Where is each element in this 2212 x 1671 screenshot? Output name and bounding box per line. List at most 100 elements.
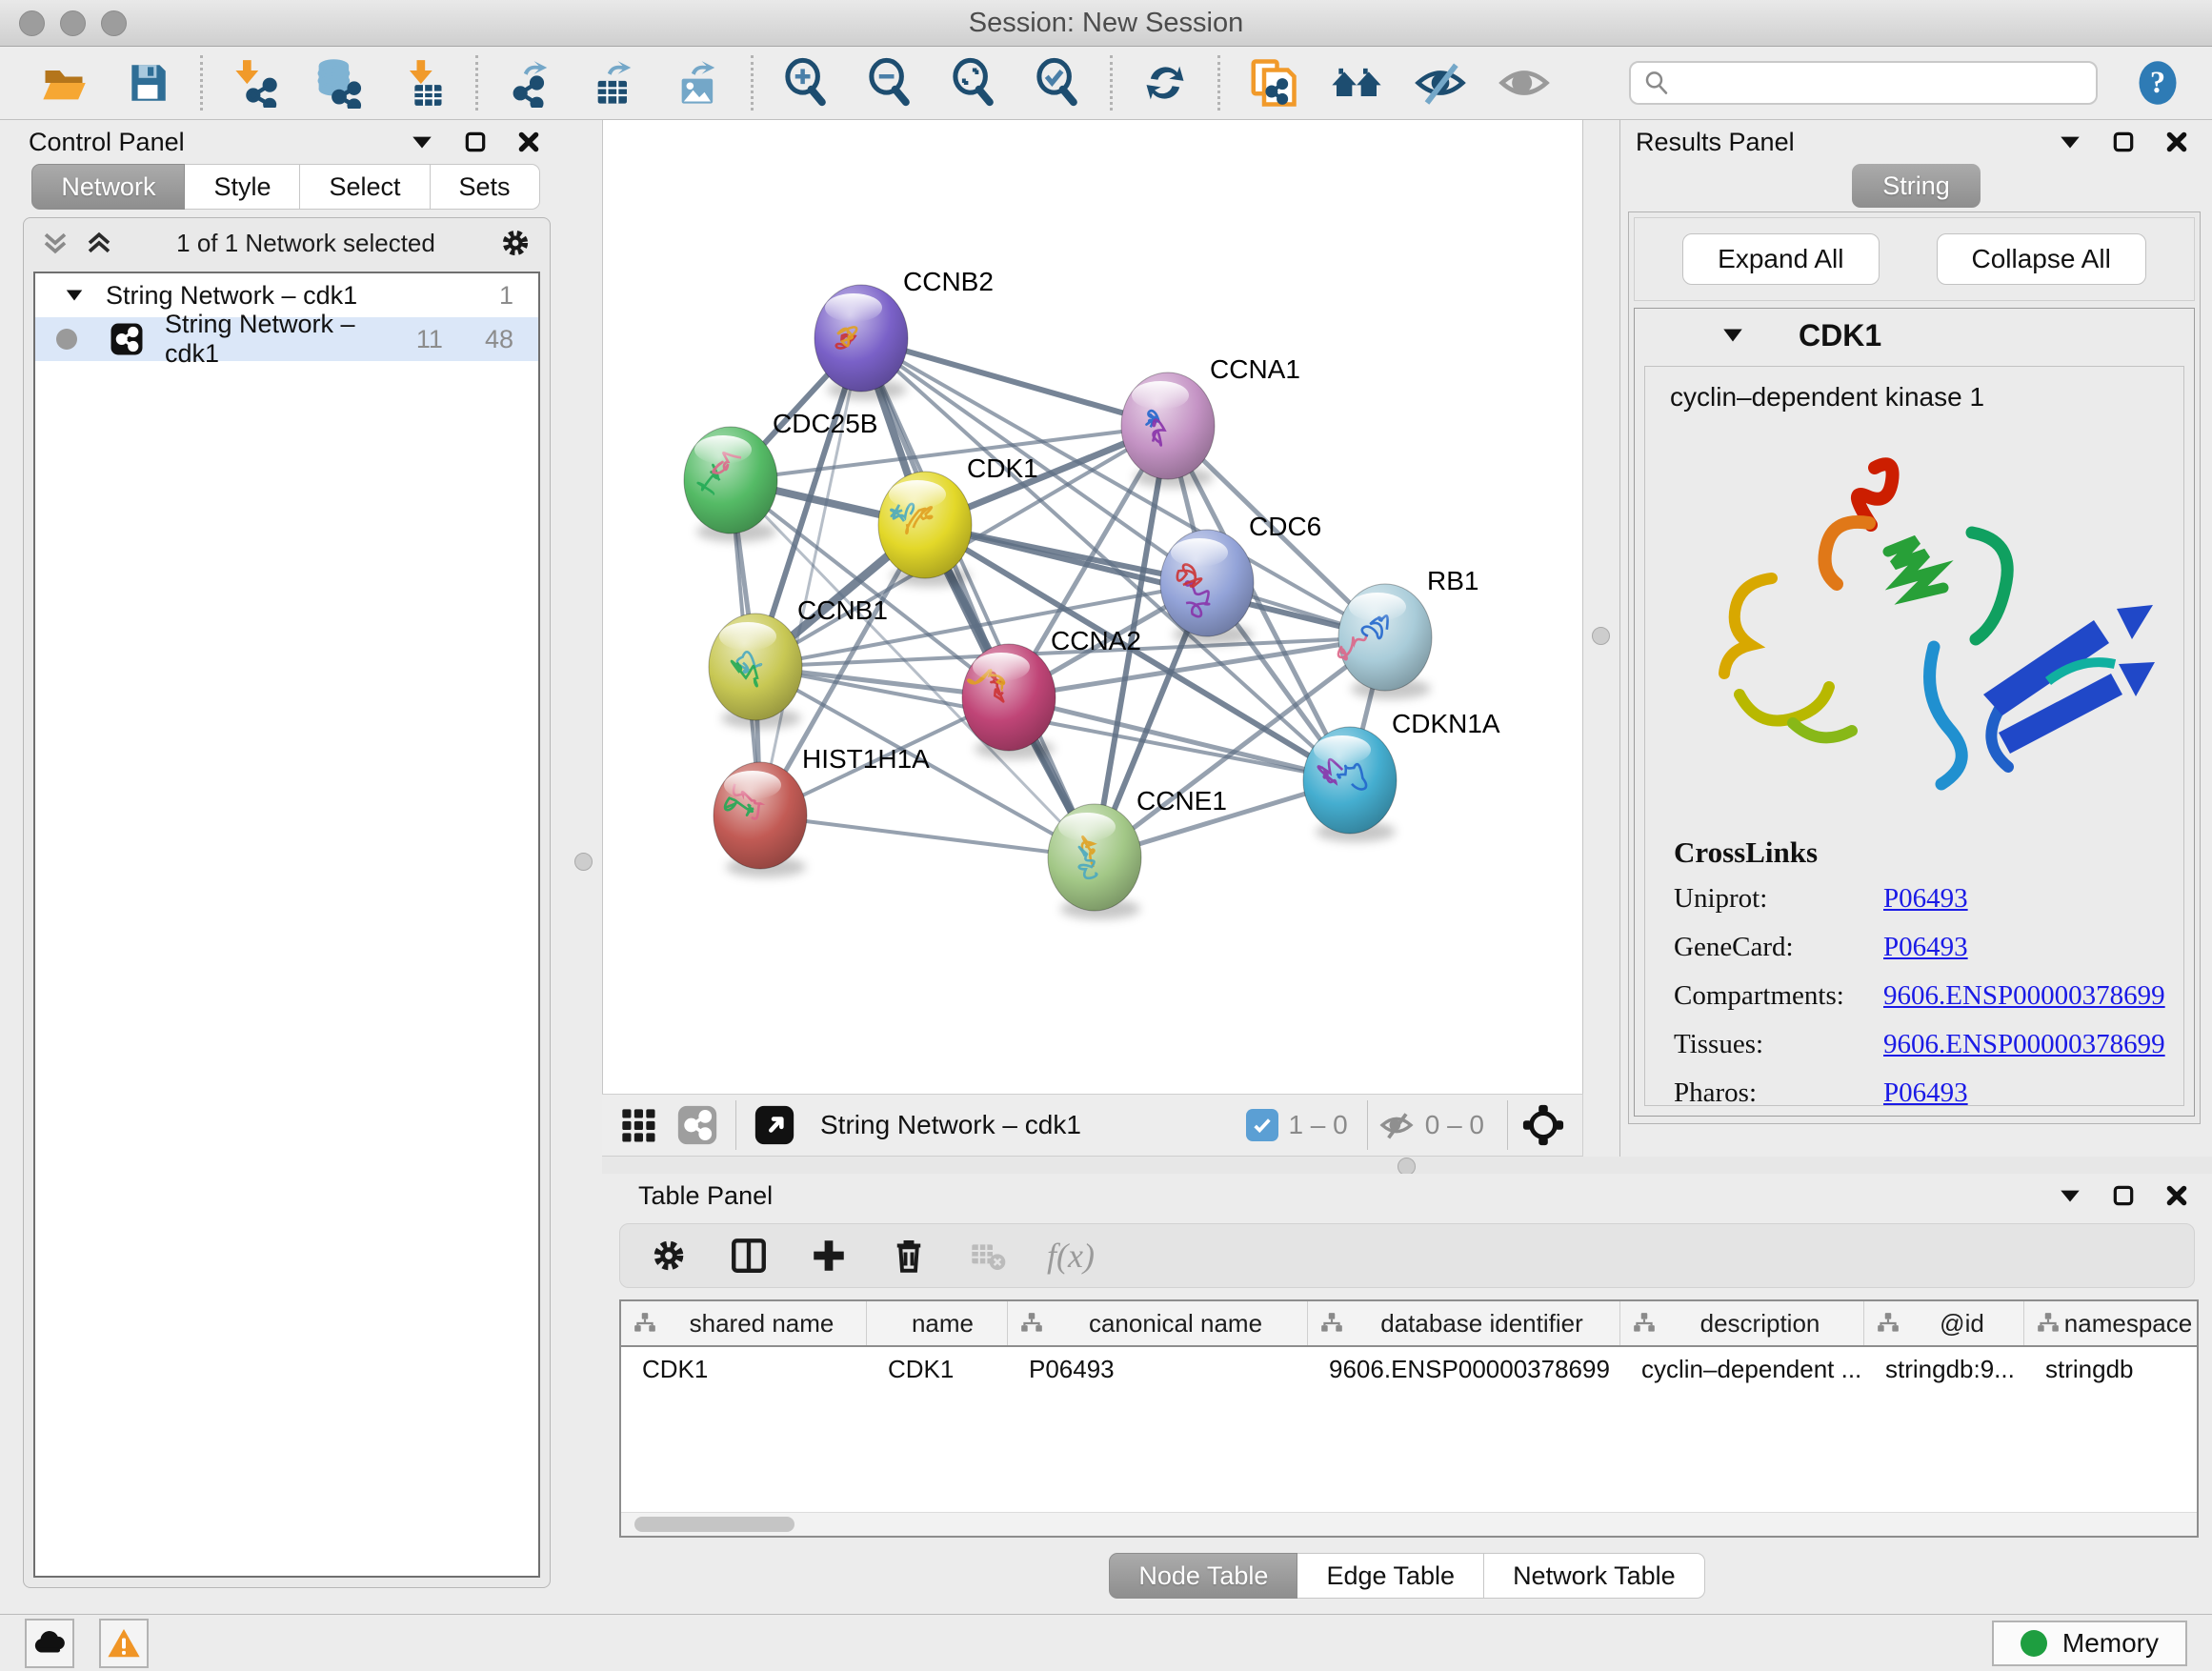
- eye-slash-icon: [1414, 56, 1467, 110]
- float-panel-icon[interactable]: [410, 130, 434, 154]
- table-horizontal-scrollbar[interactable]: [621, 1512, 2197, 1536]
- import-network-icon: [231, 58, 280, 108]
- maximize-panel-icon[interactable]: [2111, 130, 2136, 154]
- search-field[interactable]: [1629, 61, 2098, 105]
- crosslink-link[interactable]: 9606.ENSP00000378699: [1883, 1029, 2165, 1060]
- crosslink-row: GeneCard:P06493: [1674, 932, 2183, 963]
- apply-layout-button[interactable]: [1137, 55, 1193, 111]
- network-node-CCNE1[interactable]: CCNE1: [1048, 786, 1227, 919]
- column-header-namespace[interactable]: namespace: [2024, 1301, 2196, 1345]
- zoom-out-button[interactable]: [862, 55, 917, 111]
- grid-view-icon[interactable]: [619, 1106, 657, 1144]
- crosslink-link[interactable]: P06493: [1883, 883, 1968, 915]
- duplicate-network-button[interactable]: [1245, 55, 1300, 111]
- network-view-mode-icon[interactable]: [676, 1104, 718, 1146]
- collection-expander-icon[interactable]: [64, 285, 85, 306]
- network-node-CDKN1A[interactable]: CDKN1A: [1303, 709, 1500, 842]
- tab-node-table[interactable]: Node Table: [1109, 1553, 1297, 1599]
- help-button[interactable]: ?: [2130, 55, 2185, 111]
- export-network-button[interactable]: [503, 55, 558, 111]
- show-all-button[interactable]: [1497, 55, 1552, 111]
- search-input[interactable]: [1680, 68, 2084, 99]
- warnings-button[interactable]: [99, 1619, 149, 1668]
- add-column-icon[interactable]: [809, 1236, 849, 1276]
- column-header-canonical-name[interactable]: canonical name: [1008, 1301, 1308, 1345]
- save-session-button[interactable]: [120, 55, 175, 111]
- tab-edge-table[interactable]: Edge Table: [1297, 1553, 1484, 1599]
- network-node-CCNB2[interactable]: CCNB2: [814, 267, 994, 400]
- network-node-HIST1H1A[interactable]: HIST1H1A: [714, 744, 930, 877]
- maximize-panel-icon[interactable]: [463, 130, 488, 154]
- zoom-window-button[interactable]: [101, 10, 127, 36]
- node-label-CCNB2: CCNB2: [903, 267, 994, 296]
- expand-all-icon[interactable]: [85, 229, 113, 257]
- tab-select[interactable]: Select: [300, 164, 430, 210]
- export-table-button[interactable]: [587, 55, 642, 111]
- crosslink-link[interactable]: P06493: [1883, 1077, 1968, 1106]
- column-header-shared-name[interactable]: shared name: [621, 1301, 867, 1345]
- delete-table-icon: [969, 1237, 1007, 1275]
- column-header-label: canonical name: [1044, 1309, 1307, 1339]
- left-splitter-handle[interactable]: [574, 853, 593, 871]
- import-table-file-button[interactable]: [395, 55, 451, 111]
- node-table[interactable]: shared namename canonical namedatabase id…: [619, 1299, 2199, 1538]
- tab-network-table[interactable]: Network Table: [1484, 1553, 1705, 1599]
- network-row[interactable]: String Network – cdk1 11 48: [35, 317, 538, 361]
- close-panel-icon[interactable]: [2164, 130, 2189, 154]
- open-session-button[interactable]: [36, 55, 91, 111]
- maximize-panel-icon[interactable]: [2111, 1183, 2136, 1208]
- export-image-button[interactable]: [671, 55, 726, 111]
- home-button[interactable]: [1329, 55, 1384, 111]
- import-network-file-button[interactable]: [228, 55, 283, 111]
- crosslink-link[interactable]: 9606.ENSP00000378699: [1883, 980, 2165, 1012]
- hide-selected-button[interactable]: [1413, 55, 1468, 111]
- selected-nodes-checkbox[interactable]: [1246, 1109, 1278, 1141]
- minimize-window-button[interactable]: [60, 10, 86, 36]
- birds-eye-view-icon[interactable]: [754, 1104, 795, 1146]
- network-view-canvas[interactable]: CCNB2CCNA1CDC25BCDK1CDC6RB1CCNB1CCNA2CDK…: [602, 120, 1583, 1094]
- network-node-CDK1[interactable]: CDK1: [878, 453, 1038, 587]
- node-label-CDC25B: CDC25B: [773, 409, 877, 438]
- close-window-button[interactable]: [19, 10, 45, 36]
- float-panel-icon[interactable]: [2058, 130, 2082, 154]
- cloud-icon: [31, 1625, 68, 1661]
- delete-column-icon[interactable]: [889, 1236, 929, 1276]
- zoom-fit-button[interactable]: [946, 55, 1001, 111]
- tab-string[interactable]: String: [1852, 164, 1981, 208]
- scrollbar-thumb[interactable]: [634, 1517, 794, 1532]
- network-node-RB1[interactable]: RB1: [1338, 566, 1479, 699]
- right-splitter-handle[interactable]: [1592, 627, 1610, 645]
- expand-all-button[interactable]: Expand All: [1682, 233, 1879, 285]
- float-panel-icon[interactable]: [2058, 1183, 2082, 1208]
- navigation-crosshair-icon[interactable]: [1521, 1103, 1565, 1147]
- zoom-selected-button[interactable]: [1030, 55, 1085, 111]
- crosslink-link[interactable]: P06493: [1883, 932, 1968, 963]
- crosslink-row: Uniprot:P06493: [1674, 883, 2183, 915]
- network-options-gear-icon[interactable]: [498, 226, 533, 260]
- table-row[interactable]: CDK1CDK1P064939606.ENSP00000378699cyclin…: [621, 1347, 2197, 1391]
- cloud-button[interactable]: [25, 1619, 74, 1668]
- close-panel-icon[interactable]: [516, 130, 541, 154]
- show-columns-icon[interactable]: [729, 1236, 769, 1276]
- tab-style[interactable]: Style: [185, 164, 300, 210]
- column-header-@id[interactable]: @id: [1864, 1301, 2024, 1345]
- help-icon: ?: [2133, 58, 2182, 108]
- close-panel-icon[interactable]: [2164, 1183, 2189, 1208]
- network-panel-box: 1 of 1 Network selected String Network –…: [23, 217, 551, 1588]
- control-panel: Control Panel NetworkStyleSelectSets 1 o…: [8, 120, 564, 1613]
- column-header-database-identifier[interactable]: database identifier: [1308, 1301, 1620, 1345]
- tab-sets[interactable]: Sets: [431, 164, 540, 210]
- export-table-icon: [590, 58, 639, 108]
- collapse-all-icon[interactable]: [41, 229, 70, 257]
- zoom-in-button[interactable]: [778, 55, 834, 111]
- column-header-description[interactable]: description: [1620, 1301, 1864, 1345]
- tab-network[interactable]: Network: [31, 164, 185, 210]
- memory-button[interactable]: Memory: [1992, 1621, 2187, 1666]
- column-header-name[interactable]: name: [867, 1301, 1008, 1345]
- protein-name: CDK1: [1799, 318, 1881, 353]
- protein-card-expander-icon[interactable]: [1720, 323, 1745, 348]
- collapse-all-button[interactable]: Collapse All: [1937, 233, 2146, 285]
- table-settings-gear-icon[interactable]: [649, 1236, 689, 1276]
- network-node-CDC6[interactable]: CDC6: [1160, 512, 1321, 645]
- import-network-database-button[interactable]: [312, 55, 367, 111]
